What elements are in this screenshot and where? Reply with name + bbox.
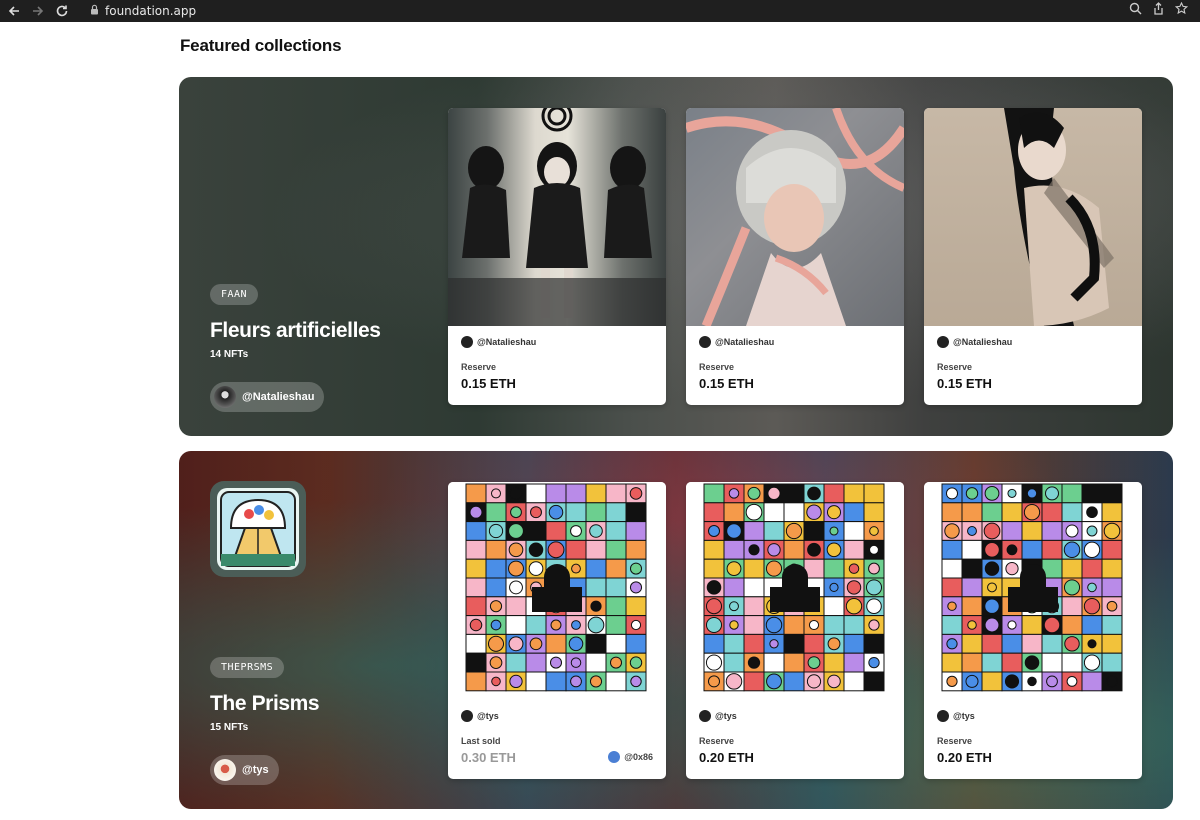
- nft-card[interactable]: @Natalieshau Reserve 0.15 ETH: [448, 108, 666, 405]
- price-label: Reserve: [699, 362, 735, 372]
- bookmark-star-icon[interactable]: [1174, 1, 1189, 20]
- card-creator-handle: @tys: [953, 711, 975, 721]
- nft-artwork[interactable]: [924, 482, 1142, 700]
- card-creator[interactable]: @Natalieshau: [699, 336, 891, 348]
- creator-handle: @Natalieshau: [242, 391, 315, 403]
- collection-card-the-prisms[interactable]: THEPRSMS The Prisms 15 NFTs @tys @tys La…: [179, 451, 1173, 809]
- card-creator-handle: @tys: [477, 711, 499, 721]
- card-creator[interactable]: @Natalieshau: [937, 336, 1129, 348]
- last-sold-value: 0.30 ETH: [461, 750, 516, 765]
- price-label: Reserve: [937, 362, 973, 372]
- forward-arrow-icon[interactable]: [28, 1, 48, 21]
- card-creator-handle: @Natalieshau: [477, 337, 537, 347]
- creator-avatar-icon: [937, 710, 949, 722]
- url-text: foundation.app: [105, 4, 197, 18]
- nft-card[interactable]: @tys Reserve 0.20 ETH: [686, 482, 904, 779]
- nft-card[interactable]: @tys Reserve 0.20 ETH: [924, 482, 1142, 779]
- nft-artwork[interactable]: [448, 482, 666, 700]
- creator-avatar-icon: [937, 336, 949, 348]
- creator-handle: @tys: [242, 764, 269, 776]
- collection-title[interactable]: The Prisms: [210, 692, 320, 716]
- lock-icon: [90, 2, 99, 20]
- browser-toolbar: foundation.app: [0, 0, 1200, 22]
- collection-count: 14 NFTs: [210, 349, 249, 360]
- price-label: Reserve: [699, 736, 735, 746]
- collection-logo[interactable]: [210, 481, 306, 577]
- nft-card[interactable]: @tys Last sold 0.30 ETH @0x86: [448, 482, 666, 779]
- nft-artwork[interactable]: [924, 108, 1142, 326]
- creator-avatar-icon: [699, 710, 711, 722]
- price-label: Reserve: [461, 362, 497, 372]
- card-creator[interactable]: @Natalieshau: [461, 336, 653, 348]
- creator-avatar: [214, 759, 236, 781]
- price-value: 0.15 ETH: [937, 376, 992, 391]
- price-label: Reserve: [937, 736, 973, 746]
- price-value: 0.20 ETH: [937, 750, 992, 765]
- nft-card[interactable]: @Natalieshau Reserve 0.15 ETH: [924, 108, 1142, 405]
- zoom-icon[interactable]: [1129, 2, 1142, 20]
- card-creator[interactable]: @tys: [937, 710, 1129, 722]
- price-value: 0.15 ETH: [461, 376, 516, 391]
- reload-icon[interactable]: [52, 1, 72, 21]
- collection-count: 15 NFTs: [210, 722, 249, 733]
- price-value: 0.20 ETH: [699, 750, 754, 765]
- creator-pill[interactable]: @tys: [210, 755, 279, 785]
- nft-artwork[interactable]: [686, 482, 904, 700]
- nft-artwork[interactable]: [686, 108, 904, 326]
- nft-card[interactable]: @Natalieshau Reserve 0.15 ETH: [686, 108, 904, 405]
- card-creator[interactable]: @tys: [699, 710, 891, 722]
- card-creator[interactable]: @tys: [461, 710, 653, 722]
- price-label: Last sold: [461, 736, 501, 746]
- buyer[interactable]: @0x86: [608, 751, 653, 763]
- collection-symbol-tag: THEPRSMS: [210, 657, 285, 678]
- creator-avatar-icon: [461, 336, 473, 348]
- buyer-handle: @0x86: [624, 752, 653, 762]
- price-value: 0.15 ETH: [699, 376, 754, 391]
- card-creator-handle: @Natalieshau: [953, 337, 1013, 347]
- creator-pill[interactable]: @Natalieshau: [210, 382, 325, 412]
- buyer-avatar-icon: [608, 751, 621, 763]
- nft-artwork[interactable]: [448, 108, 666, 326]
- share-icon[interactable]: [1152, 2, 1165, 20]
- back-arrow-icon[interactable]: [4, 1, 24, 21]
- collection-title[interactable]: Fleurs artificielles: [210, 319, 381, 343]
- creator-avatar-icon: [699, 336, 711, 348]
- card-creator-handle: @Natalieshau: [715, 337, 775, 347]
- collection-symbol-tag: FAAN: [210, 284, 259, 305]
- creator-avatar-icon: [461, 710, 473, 722]
- address-bar[interactable]: foundation.app: [80, 2, 1129, 20]
- collection-card-fleurs-artificielles[interactable]: FAAN Fleurs artificielles 14 NFTs @Natal…: [179, 77, 1173, 436]
- card-creator-handle: @tys: [715, 711, 737, 721]
- creator-avatar: [214, 386, 236, 408]
- page-title: Featured collections: [180, 36, 342, 55]
